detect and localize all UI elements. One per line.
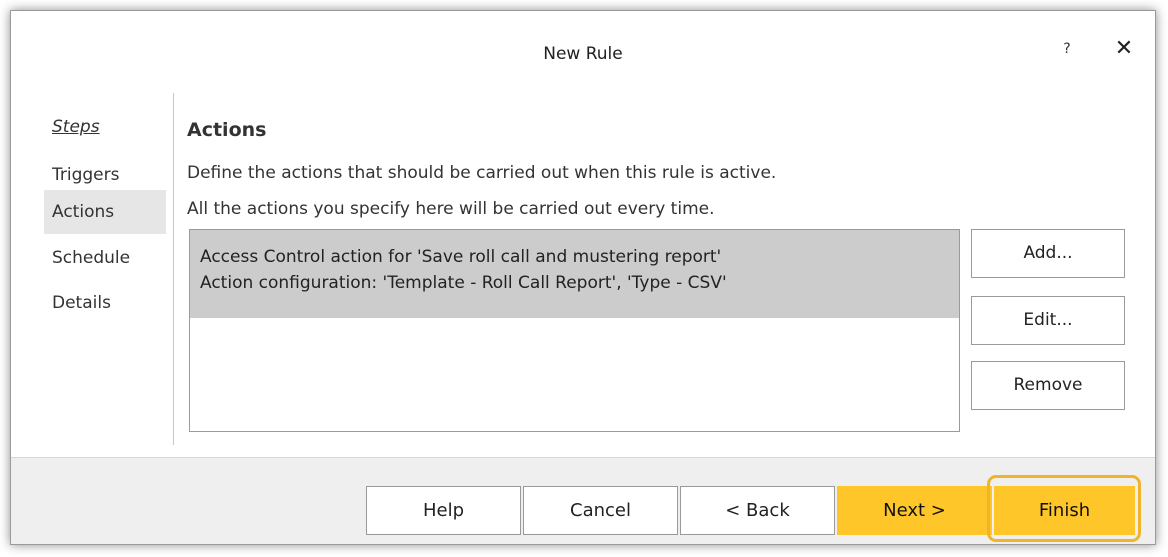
dialog-footer: Help Cancel < Back Next > Finish [11, 457, 1155, 544]
back-button[interactable]: < Back [680, 486, 835, 535]
new-rule-dialog: New Rule ? ✕ Steps Triggers Actions Sche… [10, 10, 1156, 545]
help-button[interactable]: Help [366, 486, 521, 535]
sidebar-divider [173, 93, 174, 445]
description-line-1: Define the actions that should be carrie… [187, 163, 777, 183]
action-configuration: Action configuration: 'Template - Roll C… [200, 273, 727, 293]
next-button[interactable]: Next > [837, 486, 992, 535]
list-item[interactable]: Access Control action for 'Save roll cal… [190, 230, 959, 318]
close-icon[interactable]: ✕ [1109, 35, 1139, 65]
description-line-2: All the actions you specify here will be… [187, 199, 715, 219]
add-action-button[interactable]: Add... [971, 229, 1125, 278]
sidebar-item-details[interactable]: Details [44, 281, 166, 325]
sidebar-item-schedule[interactable]: Schedule [44, 236, 166, 280]
help-icon[interactable]: ? [1053, 35, 1081, 63]
edit-action-button[interactable]: Edit... [971, 296, 1125, 345]
steps-sidebar: Steps Triggers Actions Schedule Details [11, 103, 174, 455]
cancel-button[interactable]: Cancel [523, 486, 678, 535]
sidebar-item-actions[interactable]: Actions [44, 190, 166, 234]
title-bar: New Rule ? ✕ [11, 11, 1155, 103]
remove-action-button[interactable]: Remove [971, 361, 1125, 410]
dialog-title: New Rule [543, 44, 623, 64]
action-description: Access Control action for 'Save roll cal… [200, 247, 722, 267]
steps-heading: Steps [52, 117, 100, 137]
finish-button[interactable]: Finish [994, 486, 1135, 535]
actions-list[interactable]: Access Control action for 'Save roll cal… [189, 229, 960, 432]
section-title: Actions [187, 119, 267, 141]
